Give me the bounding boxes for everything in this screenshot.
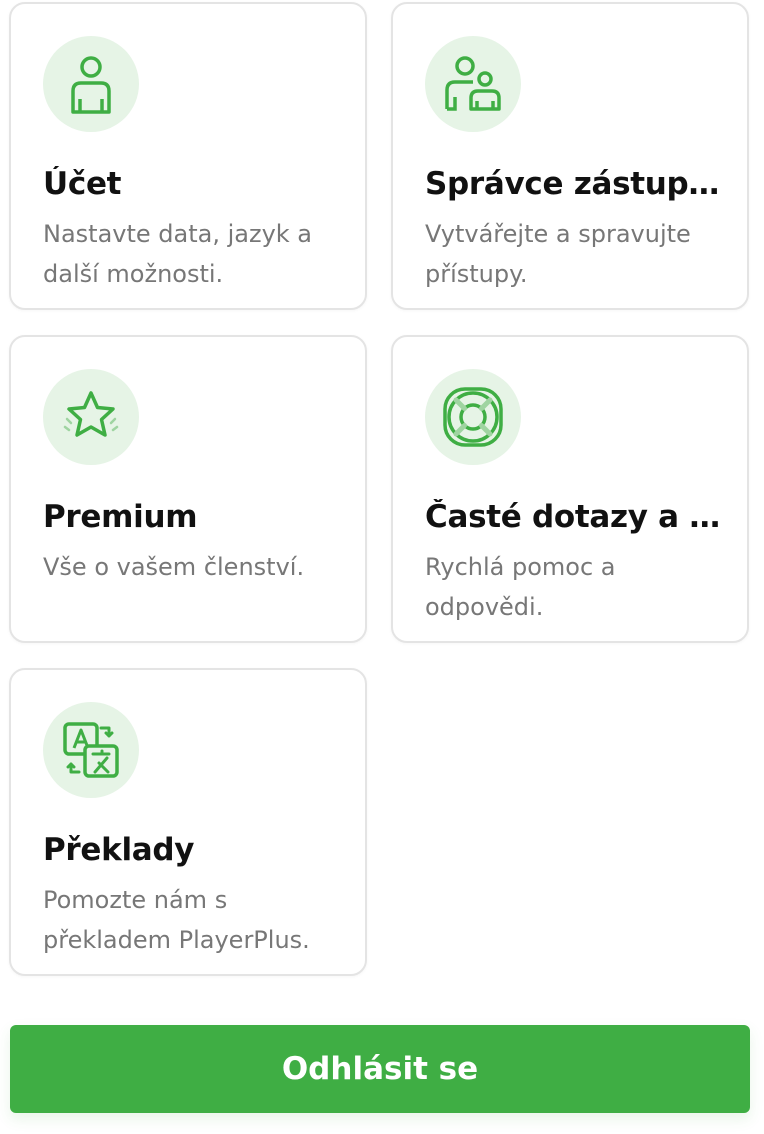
card-description: Rychlá pomoc a odpovědi. xyxy=(425,553,616,621)
card-title: Správce zástupce xyxy=(425,166,727,202)
lifebuoy-icon xyxy=(443,387,503,447)
card-title: Účet xyxy=(43,166,122,202)
card-description: Nastavte data, jazyk a další možnosti. xyxy=(43,220,313,288)
card-proxy-manager[interactable]: Správce zástupce Vytvářejte a spravujte … xyxy=(391,2,749,310)
card-title: Premium xyxy=(43,499,198,535)
icon-circle xyxy=(425,36,521,132)
card-premium[interactable]: Premium Vše o vašem členství. xyxy=(9,335,367,643)
card-description: Vše o vašem členství. xyxy=(43,553,305,581)
card-title: Časté dotazy a po... xyxy=(425,499,727,535)
users-icon xyxy=(445,56,501,111)
translate-icon xyxy=(63,722,119,778)
icon-circle xyxy=(425,369,521,465)
card-faq-help[interactable]: Časté dotazy a po... Rychlá pomoc a odpo… xyxy=(391,335,749,643)
card-translations[interactable]: Překlady Pomozte nám s překladem PlayerP… xyxy=(9,668,367,976)
star-icon xyxy=(63,391,119,437)
card-title: Překlady xyxy=(43,832,195,868)
card-description: Pomozte nám s překladem PlayerPlus. xyxy=(43,886,310,954)
logout-button[interactable]: Odhlásit se xyxy=(10,1025,750,1113)
icon-circle xyxy=(43,36,139,132)
card-description: Vytvářejte a spravujte přístupy. xyxy=(425,220,691,288)
user-icon xyxy=(71,56,111,114)
icon-circle xyxy=(43,369,139,465)
icon-circle xyxy=(43,702,139,798)
card-account[interactable]: Účet Nastavte data, jazyk a další možnos… xyxy=(9,2,367,310)
